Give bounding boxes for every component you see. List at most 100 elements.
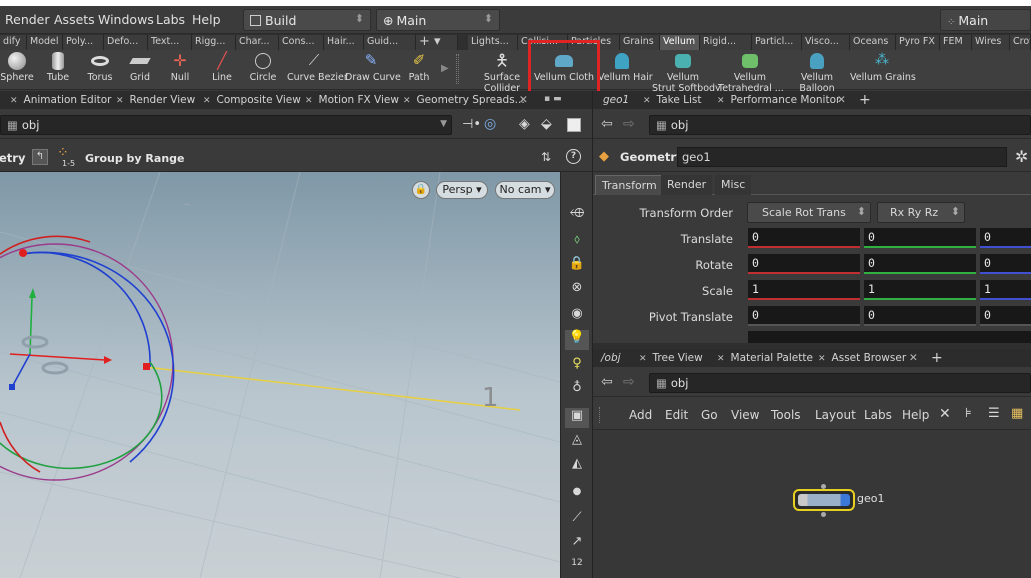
- tool-grid[interactable]: Grid: [122, 50, 158, 90]
- scene-viewport[interactable]: 1 - 🔒 Persp ▾ No cam ▾: [0, 172, 560, 578]
- menu-assets[interactable]: Assets: [54, 12, 95, 27]
- shelf-tab-crowds[interactable]: Crow: [1010, 35, 1031, 50]
- forward-arrow-icon[interactable]: ⇨: [623, 116, 635, 132]
- shelf-tab-oceans[interactable]: Oceans: [850, 35, 896, 50]
- tab-material-palette[interactable]: ✕ Material Palette: [713, 350, 817, 367]
- shelf-tab-viscous[interactable]: Visco...: [802, 35, 850, 50]
- close-icon[interactable]: ✕: [833, 92, 850, 109]
- menu-add[interactable]: Add: [629, 408, 652, 422]
- tool-torus[interactable]: Torus: [82, 50, 118, 90]
- rotation-order-dropdown[interactable]: Rx Ry Rz ⬍: [877, 202, 965, 223]
- back-arrow-icon[interactable]: ⇦: [601, 374, 613, 390]
- tab-performance-monitor[interactable]: ✕ Performance Monitor: [713, 92, 844, 109]
- close-icon[interactable]: ✕: [403, 96, 411, 106]
- point-display-icon[interactable]: ●: [565, 486, 589, 506]
- select-mode-button[interactable]: ↰: [32, 149, 48, 165]
- y-arrow-icon[interactable]: [29, 288, 36, 298]
- tab-obj[interactable]: /obj: [597, 350, 625, 367]
- desktop-dropdown[interactable]: Build ⬍: [243, 9, 371, 31]
- list-icon[interactable]: ☰: [988, 406, 1000, 421]
- menu-labs[interactable]: Labs: [156, 12, 185, 27]
- group-by-range-label[interactable]: Group by Range: [85, 152, 184, 165]
- x-arrow-icon[interactable]: [104, 356, 112, 364]
- shelf-tab-modify[interactable]: dify: [0, 35, 27, 50]
- tab-misc[interactable]: Misc: [715, 175, 752, 195]
- rotate-z-field[interactable]: 0: [980, 254, 1031, 274]
- translate-z-handle[interactable]: [11, 353, 31, 388]
- tool-vellum-grains[interactable]: ⁂ Vellum Grains: [850, 50, 916, 90]
- menu-edit[interactable]: Edit: [665, 408, 688, 422]
- shelf-tab-hair[interactable]: Hair...: [324, 35, 364, 50]
- pivot-z-field[interactable]: 0: [980, 306, 1031, 326]
- grid-view-icon[interactable]: ▦: [1011, 406, 1023, 421]
- camera-view-icon[interactable]: ▣: [565, 408, 589, 428]
- tool-curve-bezier[interactable]: ⟋ Curve Bezier: [287, 50, 348, 90]
- context-dropdown[interactable]: ⊕ Main ⬍: [376, 9, 500, 31]
- close-icon[interactable]: ✕: [717, 96, 725, 106]
- lock-camera-icon[interactable]: 🔒: [412, 181, 430, 199]
- close-icon[interactable]: ✕: [717, 354, 725, 364]
- shelf-tab-deform[interactable]: Defo...: [104, 35, 148, 50]
- rotate-ring-green[interactable]: [0, 361, 163, 470]
- network-editor[interactable]: geo1: [593, 430, 1031, 578]
- translate-x-field[interactable]: 0: [748, 228, 860, 248]
- add-tab-icon[interactable]: +: [927, 350, 947, 367]
- add-tab-icon[interactable]: +: [855, 92, 875, 109]
- tool-null[interactable]: ✛ Null: [162, 50, 198, 90]
- close-icon[interactable]: ✕: [116, 96, 124, 106]
- menu-render[interactable]: Render: [5, 12, 50, 27]
- tab-transform[interactable]: Transform: [595, 175, 664, 195]
- shelf-tab-texture[interactable]: Text...: [148, 35, 192, 50]
- tool-surface-collider[interactable]: 🯅 Surface Collider: [480, 50, 524, 92]
- network-path-field[interactable]: ▦ obj: [649, 373, 1031, 393]
- normals-icon[interactable]: ⟋: [565, 510, 589, 530]
- tool-path[interactable]: ✐ Path: [402, 50, 436, 90]
- shelf-tab-pyrofx[interactable]: Pyro FX: [896, 35, 940, 50]
- gizmo-point-right[interactable]: [143, 363, 150, 370]
- render-region-icon[interactable]: ◭: [565, 456, 589, 476]
- pane-menu-icon[interactable]: ▪▬: [540, 92, 569, 109]
- rotate-y-field[interactable]: 0: [864, 254, 976, 274]
- close-icon[interactable]: ✕: [305, 96, 313, 106]
- menu-layout[interactable]: Layout: [815, 408, 856, 422]
- close-icon[interactable]: ✕: [643, 96, 651, 106]
- tool-vellum-hair[interactable]: Vellum Hair: [598, 50, 653, 90]
- geo1-node[interactable]: [793, 489, 855, 511]
- shelf-tab-rigging[interactable]: Rigg...: [192, 35, 236, 50]
- rotate-x-field[interactable]: 0: [748, 254, 860, 274]
- shelf-tab-particle-fluids[interactable]: Particl...: [752, 35, 802, 50]
- tool-vellum-strut-softbody[interactable]: Vellum Strut Softbody: [652, 50, 721, 93]
- tab-motion-fx-view[interactable]: ✕ Motion FX View: [301, 92, 403, 109]
- shelf-tab-grains[interactable]: Grains: [620, 35, 660, 50]
- shelf-tab-constraints[interactable]: Cons...: [279, 35, 324, 50]
- menu-view[interactable]: View: [731, 408, 759, 422]
- close-icon[interactable]: ✕: [203, 96, 211, 106]
- back-arrow-icon[interactable]: ⇦: [601, 116, 613, 132]
- menu-labs[interactable]: Labs: [864, 408, 892, 422]
- rotate-ring-blue[interactable]: [21, 251, 151, 368]
- lock-icon[interactable]: 🔒: [565, 256, 589, 276]
- sort-icon[interactable]: ⇅: [541, 150, 551, 164]
- persp-button[interactable]: Persp ▾: [436, 181, 488, 199]
- shelf-tab-rigid[interactable]: Rigid...: [700, 35, 752, 50]
- node-output-connector[interactable]: [821, 512, 826, 517]
- target-icon[interactable]: ◎: [484, 116, 496, 132]
- headlight-icon[interactable]: ♀: [565, 356, 589, 376]
- tool-draw-curve[interactable]: ✎ Draw Curve: [345, 50, 401, 90]
- shelf-tab-lights[interactable]: Lights...: [468, 35, 518, 50]
- rotate-ring-red-lower[interactable]: [0, 421, 41, 473]
- shelf-tab-guide[interactable]: Guid...: [364, 35, 416, 50]
- close-icon[interactable]: ✕: [10, 96, 18, 106]
- forward-arrow-icon[interactable]: ⇨: [623, 374, 635, 390]
- translate-y-field[interactable]: 0: [864, 228, 976, 248]
- transform-order-dropdown[interactable]: Scale Rot Trans ⬍: [747, 202, 871, 223]
- tool-line[interactable]: ╱ Line: [204, 50, 240, 90]
- shelf-tab-wires[interactable]: Wires: [972, 35, 1010, 50]
- scale-x-field[interactable]: 1: [748, 280, 860, 300]
- vector-icon[interactable]: ↗: [565, 534, 589, 554]
- tab-animation-editor[interactable]: ✕ Animation Editor: [6, 92, 116, 109]
- tab-tree-view[interactable]: ✕ Tree View: [635, 350, 707, 367]
- tool-vellum-tetrahedral[interactable]: Vellum Tetrahedral ...: [718, 50, 784, 93]
- camera-button[interactable]: No cam ▾: [495, 181, 555, 199]
- pin-icon[interactable]: ⊣•: [462, 117, 481, 132]
